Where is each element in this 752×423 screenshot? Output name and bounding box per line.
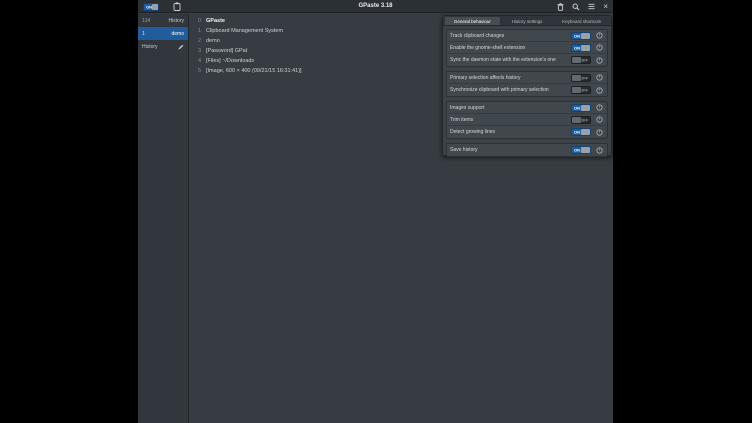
setting-track-clipboard-changes: Track clipboard changes ON: [447, 30, 607, 42]
history-sidebar: 134 History 1 demo History: [138, 14, 189, 423]
item-index: 1: [198, 28, 206, 34]
settings-group-clipboard: Track clipboard changes ON Enable the gn…: [446, 29, 608, 67]
search-icon[interactable]: [572, 3, 580, 11]
switch-state-label: OFF: [580, 88, 588, 93]
setting-label: Save history: [450, 147, 571, 153]
history-item-label: demo: [171, 31, 184, 37]
settings-group-history: Save history ON: [446, 143, 608, 157]
item-text: Clipboard Management System: [206, 28, 283, 34]
toggle-switch[interactable]: ON: [571, 146, 591, 154]
switch-state-label: OFF: [580, 117, 588, 122]
item-text: [Password] GPat: [206, 48, 247, 54]
history-rename-row[interactable]: History: [138, 40, 188, 53]
setting-label: Enable the gnome-shell extension: [450, 45, 571, 51]
settings-popover: General behaviour History settings Keybo…: [442, 15, 612, 156]
setting-save-history: Save history ON: [447, 144, 607, 156]
menu-icon[interactable]: [588, 3, 595, 10]
toggle-switch[interactable]: OFF: [571, 86, 591, 94]
sidebar-item-demo[interactable]: 1 demo: [138, 27, 188, 40]
item-index: 3: [198, 48, 206, 54]
sidebar-item-history[interactable]: 134 History: [138, 14, 188, 27]
switch-state-label: ON: [574, 33, 580, 38]
toggle-switch[interactable]: ON: [571, 32, 591, 40]
settings-tabs: General behaviour History settings Keybo…: [443, 16, 611, 26]
setting-enable-gnome-shell-extension: Enable the gnome-shell extension ON: [447, 42, 607, 54]
switch-knob: [581, 45, 590, 51]
gpaste-window: ON GPaste 3.18: [138, 0, 613, 423]
reset-setting-icon[interactable]: [596, 57, 603, 64]
reset-setting-icon[interactable]: [596, 129, 603, 136]
switch-state-label: ON: [574, 45, 580, 50]
switch-state-label: OFF: [580, 58, 588, 63]
setting-primary-selection-affects-history: Primary selection affects history OFF: [447, 72, 607, 84]
reset-setting-icon[interactable]: [596, 44, 603, 51]
empty-history-trash-icon[interactable]: [557, 3, 564, 11]
setting-detect-growing-lines: Detect growing lines ON: [447, 126, 607, 138]
headerbar-left: ON: [143, 0, 181, 13]
headerbar-right: ×: [557, 0, 608, 13]
switch-knob: [572, 117, 581, 123]
tab-general-behaviour[interactable]: General behaviour: [445, 17, 500, 25]
setting-label: Synchronize clipboard with primary selec…: [450, 87, 571, 93]
toggle-switch[interactable]: OFF: [571, 74, 591, 82]
headerbar: ON GPaste 3.18: [138, 0, 613, 13]
item-text: GPaste: [206, 18, 225, 24]
switch-knob: [581, 105, 590, 111]
item-index: 5: [198, 68, 206, 74]
switch-knob: [572, 87, 581, 93]
setting-images-support: Images support ON: [447, 102, 607, 114]
item-index: 2: [198, 38, 206, 44]
toggle-switch[interactable]: ON: [571, 104, 591, 112]
history-item-count: 1: [142, 31, 145, 37]
reset-setting-icon[interactable]: [596, 87, 603, 94]
tab-keyboard-shortcuts[interactable]: Keyboard shortcuts: [554, 17, 609, 25]
reset-setting-icon[interactable]: [596, 104, 603, 111]
settings-group-primary-selection: Primary selection affects history OFF Sy…: [446, 71, 608, 97]
history-item-label: History: [168, 18, 184, 24]
reset-setting-icon[interactable]: [596, 74, 603, 81]
history-item-count: 134: [142, 18, 150, 24]
setting-trim-items: Trim items OFF: [447, 114, 607, 126]
setting-label: Trim items: [450, 117, 571, 123]
item-text: demo: [206, 38, 220, 44]
setting-label: Detect growing lines: [450, 129, 571, 135]
settings-group-items: Images support ON Trim items OFF: [446, 101, 608, 139]
item-text: [Image, 600 × 400 (09/21/15 16:31:41)]: [206, 68, 302, 74]
switch-knob: [572, 75, 581, 81]
switch-state-label: ON: [574, 105, 580, 110]
setting-sync-daemon-state: Sync the daemon state with the extension…: [447, 54, 607, 66]
setting-label: Track clipboard changes: [450, 33, 571, 39]
switch-knob: [152, 4, 158, 10]
setting-label: Primary selection affects history: [450, 75, 571, 81]
toggle-switch[interactable]: ON: [571, 128, 591, 136]
item-text: [Files] ~/Downloads: [206, 58, 254, 64]
setting-label: Images support: [450, 105, 571, 111]
toggle-switch[interactable]: OFF: [571, 56, 591, 64]
switch-knob: [581, 33, 590, 39]
setting-label: Sync the daemon state with the extension…: [450, 57, 571, 63]
rename-row-label: History: [142, 44, 158, 50]
switch-knob: [581, 129, 590, 135]
switch-state-label: OFF: [580, 75, 588, 80]
edit-pencil-icon[interactable]: [178, 44, 184, 50]
clipboard-item-list: 0 GPaste 1 Clipboard Management System 2…: [190, 14, 613, 423]
tab-history-settings[interactable]: History settings: [500, 17, 555, 25]
switch-knob: [572, 57, 581, 63]
toggle-switch[interactable]: OFF: [571, 116, 591, 124]
reset-setting-icon[interactable]: [596, 116, 603, 123]
item-index: 4: [198, 58, 206, 64]
window-title: GPaste 3.18: [358, 3, 392, 9]
settings-content: Track clipboard changes ON Enable the gn…: [443, 26, 611, 157]
setting-synchronize-clipboard-primary: Synchronize clipboard with primary selec…: [447, 84, 607, 96]
switch-state-label: ON: [574, 130, 580, 135]
toggle-switch[interactable]: ON: [571, 44, 591, 52]
item-index: 0: [198, 18, 206, 24]
reset-setting-icon[interactable]: [596, 147, 603, 154]
reset-setting-icon[interactable]: [596, 32, 603, 39]
daemon-tracking-switch[interactable]: ON: [143, 3, 159, 11]
switch-knob: [581, 147, 590, 153]
switch-state-label: ON: [574, 148, 580, 153]
close-icon[interactable]: ×: [603, 3, 608, 11]
clipboard-icon[interactable]: [173, 2, 181, 11]
